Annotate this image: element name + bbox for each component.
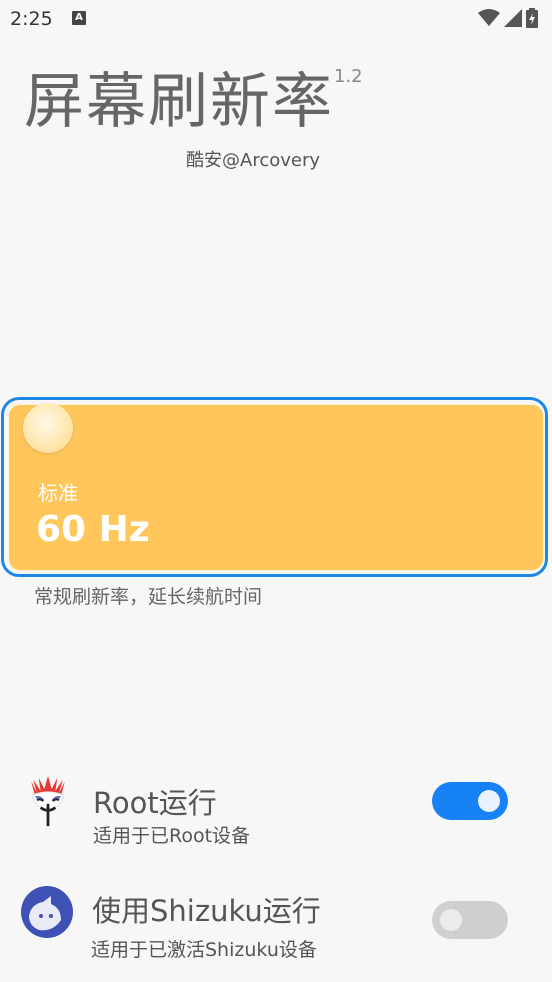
wifi-icon	[478, 9, 500, 26]
shizuku-toggle[interactable]	[432, 901, 508, 939]
option-shizuku[interactable]: 使用Shizuku运行 适用于已激活Shizuku设备	[0, 882, 552, 972]
signal-icon	[504, 9, 522, 27]
status-icons	[478, 8, 538, 28]
refresh-mode-label: 标准	[38, 481, 78, 505]
status-time: 2:25	[10, 8, 53, 30]
option-root-title: Root运行	[93, 786, 217, 820]
option-root[interactable]: Root运行 适用于已Root设备	[0, 772, 552, 862]
root-toggle[interactable]	[432, 782, 508, 820]
shizuku-icon	[21, 886, 73, 938]
magisk-icon	[31, 776, 65, 827]
refresh-rate-value: 60 Hz	[36, 509, 150, 550]
notification-a-icon: A	[72, 11, 86, 25]
status-bar: 2:25 A	[0, 0, 552, 40]
refresh-rate-card[interactable]: 标准 60 Hz	[8, 403, 544, 571]
card-bubble-decoration	[23, 403, 73, 453]
toggle-knob	[478, 790, 500, 812]
option-shizuku-title: 使用Shizuku运行	[92, 894, 321, 928]
app-author: 酷安@Arcovery	[186, 150, 321, 171]
toggle-knob	[440, 909, 462, 931]
option-shizuku-subtitle: 适用于已激活Shizuku设备	[91, 939, 317, 961]
refresh-mode-description: 常规刷新率，延长续航时间	[34, 586, 263, 608]
battery-charging-icon	[526, 8, 538, 28]
option-root-subtitle: 适用于已Root设备	[93, 825, 251, 847]
app-title: 屏幕刷新率	[24, 67, 334, 137]
app-version: 1.2	[334, 66, 363, 87]
